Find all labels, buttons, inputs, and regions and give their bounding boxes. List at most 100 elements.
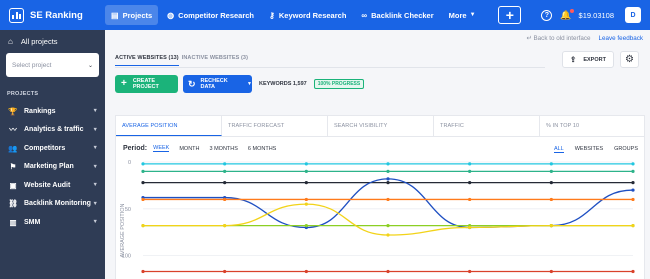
help-icon[interactable]: ? <box>541 9 553 21</box>
nav-projects-label: Projects <box>122 10 153 20</box>
nav-projects[interactable]: ▤ Projects <box>105 5 159 25</box>
filter-groups[interactable]: GROUPS <box>614 146 638 153</box>
sidebar-item-label: Rankings <box>24 107 56 115</box>
chevron-down-icon: ⌄ <box>87 62 93 69</box>
trophy-icon: 🏆 <box>8 106 18 116</box>
sidebar-item-analytics[interactable]: 〰 Analytics & traffic ▼ <box>0 121 105 140</box>
create-project-button[interactable]: + CREATE PROJECT <box>115 75 178 93</box>
sidebar-item-competitors[interactable]: 👥 Competitors ▼ <box>0 139 105 158</box>
back-to-old-interface-link[interactable]: ↵ Back to old interface <box>526 35 590 42</box>
balance[interactable]: $19.03108 <box>579 11 614 20</box>
data-point <box>549 197 553 202</box>
data-point <box>141 224 145 228</box>
data-point <box>386 197 390 202</box>
audit-icon: ▣ <box>9 180 17 190</box>
data-point <box>141 180 145 185</box>
chart-tab-top-10[interactable]: % IN TOP 10 <box>540 116 646 136</box>
data-point <box>468 225 472 230</box>
nav-backlink-checker[interactable]: ∞ Backlink Checker <box>355 5 439 25</box>
globe-icon: ◍ <box>167 10 175 20</box>
chevron-down-icon: ▼ <box>92 182 98 189</box>
average-position-chart: 050100AVERAGE POSITION <box>120 160 635 274</box>
data-point <box>386 169 390 173</box>
recheck-data-label: RECHECK DATA <box>200 78 228 90</box>
data-point <box>304 162 308 166</box>
period-6-months[interactable]: 6 MONTHS <box>248 146 276 152</box>
period-month[interactable]: MONTH <box>179 146 199 152</box>
data-point <box>468 269 472 274</box>
data-point <box>386 233 390 237</box>
chevron-down-icon: ▼ <box>92 126 98 133</box>
settings-button[interactable]: ⚙ <box>620 51 639 68</box>
data-point <box>631 188 635 192</box>
filter-websites[interactable]: WEBSITES <box>575 146 603 153</box>
tab-active-websites[interactable]: ACTIVE WEBSITES (13) <box>115 55 179 66</box>
data-point <box>141 169 145 173</box>
data-point <box>468 180 472 185</box>
chart-tab-average-position[interactable]: AVERAGE POSITION <box>116 116 222 136</box>
sidebar-item-label: Competitors <box>24 144 66 152</box>
sidebar-item-label: Marketing Plan <box>24 163 74 171</box>
project-select-placeholder: Select project <box>12 61 52 69</box>
header-links: ↵ Back to old interface Leave feedback <box>526 35 643 42</box>
data-point <box>631 162 635 166</box>
data-point <box>223 224 227 228</box>
sidebar-item-website-audit[interactable]: ▣ Website Audit ▼ <box>0 176 105 195</box>
sidebar-item-rankings[interactable]: 🏆 Rankings ▼ <box>0 102 105 121</box>
chevron-down-icon: ▼ <box>92 145 98 152</box>
key-icon: ⚷ <box>269 10 275 20</box>
top-right-controls: + ? 🔔 $19.03108 D <box>498 0 650 30</box>
y-axis-label: AVERAGE POSITION <box>120 203 126 257</box>
bell-icon[interactable]: 🔔 <box>560 8 574 21</box>
sidebar-item-marketing-plan[interactable]: ⚑ Marketing Plan ▼ <box>0 158 105 177</box>
add-button[interactable]: + <box>498 6 522 24</box>
data-point <box>304 224 308 228</box>
nav-keyword-research[interactable]: ⚷ Keyword Research <box>263 5 352 25</box>
export-button[interactable]: ⇪ EXPORT <box>562 51 614 68</box>
view-filter: ALL WEBSITES GROUPS <box>553 146 638 153</box>
backlink-icon: ⛓ <box>8 199 18 209</box>
filter-all[interactable]: ALL <box>553 146 564 153</box>
all-projects-link[interactable]: ⌂ All projects <box>0 32 105 50</box>
logo[interactable]: SE Ranking <box>0 0 105 30</box>
data-point <box>549 224 553 228</box>
back-link-label: Back to old interface <box>533 35 591 42</box>
chevron-down-icon: ▼ <box>247 81 252 87</box>
avatar[interactable]: D <box>625 7 641 23</box>
main-nav: ▤ Projects ◍ Competitor Research ⚷ Keywo… <box>105 0 485 30</box>
period-3-months[interactable]: 3 MONTHS <box>210 146 238 152</box>
users-icon: 👥 <box>8 143 18 153</box>
nav-more[interactable]: More ▼ <box>443 5 482 25</box>
nav-competitor-research[interactable]: ◍ Competitor Research <box>161 5 260 25</box>
data-point <box>468 162 472 166</box>
period-week[interactable]: WEEK <box>153 145 170 152</box>
data-point <box>223 180 227 185</box>
nav-competitor-research-label: Competitor Research <box>178 10 255 20</box>
tab-inactive-websites[interactable]: INACTIVE WEBSITES (3) <box>182 55 248 66</box>
data-point <box>223 169 227 173</box>
chart-tab-traffic[interactable]: TRAFFIC <box>434 116 540 136</box>
data-point <box>223 269 227 274</box>
sidebar: ⌂ All projects Select project ⌄ PROJECTS… <box>0 30 105 279</box>
chart-tab-traffic-forecast[interactable]: TRAFFIC FORECAST <box>222 116 328 136</box>
data-point <box>631 197 635 202</box>
tabs-divider <box>115 67 545 68</box>
data-point <box>223 162 227 166</box>
sidebar-item-label: Analytics & traffic <box>24 126 84 134</box>
caret-down-icon: ▼ <box>469 12 476 18</box>
top-navigation-bar: SE Ranking ▤ Projects ◍ Competitor Resea… <box>0 0 650 30</box>
create-project-label: CREATE PROJECT <box>132 78 159 90</box>
project-select[interactable]: Select project ⌄ <box>6 53 99 77</box>
recheck-data-button[interactable]: ↻ RECHECK DATA ▼ <box>183 75 252 93</box>
data-point <box>141 197 145 202</box>
data-point <box>549 162 553 166</box>
sidebar-item-backlink-monitoring[interactable]: ⛓ Backlink Monitoring ▼ <box>0 195 105 214</box>
chart-tab-search-visibility[interactable]: SEARCH VISIBILITY <box>328 116 434 136</box>
action-bar: + CREATE PROJECT ↻ RECHECK DATA ▼ KEYWOR… <box>115 75 365 93</box>
keywords-count: KEYWORDS 1,597 <box>259 81 307 87</box>
data-point <box>549 169 553 173</box>
sidebar-item-smm[interactable]: ▥ SMM ▼ <box>0 213 105 232</box>
data-point <box>304 197 308 202</box>
leave-feedback-link[interactable]: Leave feedback <box>599 35 643 42</box>
data-point <box>631 169 635 173</box>
